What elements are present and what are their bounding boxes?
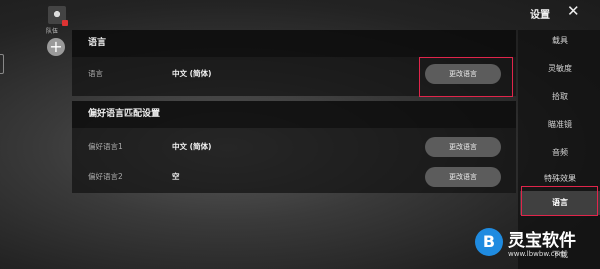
language-panel-heading: 语言 [72, 30, 516, 57]
add-teammate-button[interactable]: + [47, 38, 65, 56]
watermark: B 灵宝软件 www.lbwbw.com [463, 226, 600, 269]
preferred-language-1-label: 偏好语言1 [88, 142, 123, 151]
nav-item-audio[interactable]: 音频 [520, 141, 600, 165]
nav-item-scope[interactable]: 瞄准镜 [520, 113, 600, 137]
watermark-url: www.lbwbw.com [508, 250, 566, 258]
watermark-name: 灵宝软件 [508, 231, 576, 251]
nav-item-vehicle[interactable]: 载具 [520, 29, 600, 53]
language-label: 语言 [88, 69, 103, 78]
preferred-language-2-row: 偏好语言2 空 更改语言 [72, 160, 516, 194]
change-preferred-language-1-button[interactable]: 更改语言 [425, 137, 501, 157]
match-panel-heading: 偏好语言匹配设置 [72, 101, 516, 128]
preferred-language-1-value: 中文 (简体) [172, 142, 212, 151]
preferred-language-1-row: 偏好语言1 中文 (简体) 更改语言 [72, 130, 516, 164]
watermark-logo-icon: B [475, 228, 503, 256]
collapse-handle[interactable] [0, 54, 4, 74]
left-hud: 队伍 + [0, 0, 72, 269]
close-icon[interactable]: ✕ [567, 4, 580, 19]
highlight-box-language-tab [521, 186, 598, 216]
status-badge [62, 20, 68, 26]
preferred-language-2-label: 偏好语言2 [88, 172, 123, 181]
nav-item-sensitivity[interactable]: 灵敏度 [520, 57, 600, 81]
change-preferred-language-2-button[interactable]: 更改语言 [425, 167, 501, 187]
team-label: 队伍 [46, 28, 59, 35]
settings-title: 设置 [530, 10, 550, 21]
highlight-box-change-language [419, 57, 513, 97]
language-value: 中文 (简体) [172, 69, 212, 78]
avatar[interactable] [48, 6, 68, 26]
match-preference-panel: 偏好语言匹配设置 偏好语言1 中文 (简体) 更改语言 偏好语言2 空 更改语言 [72, 101, 516, 193]
nav-item-pickup[interactable]: 拾取 [520, 85, 600, 109]
preferred-language-2-value: 空 [172, 172, 180, 181]
